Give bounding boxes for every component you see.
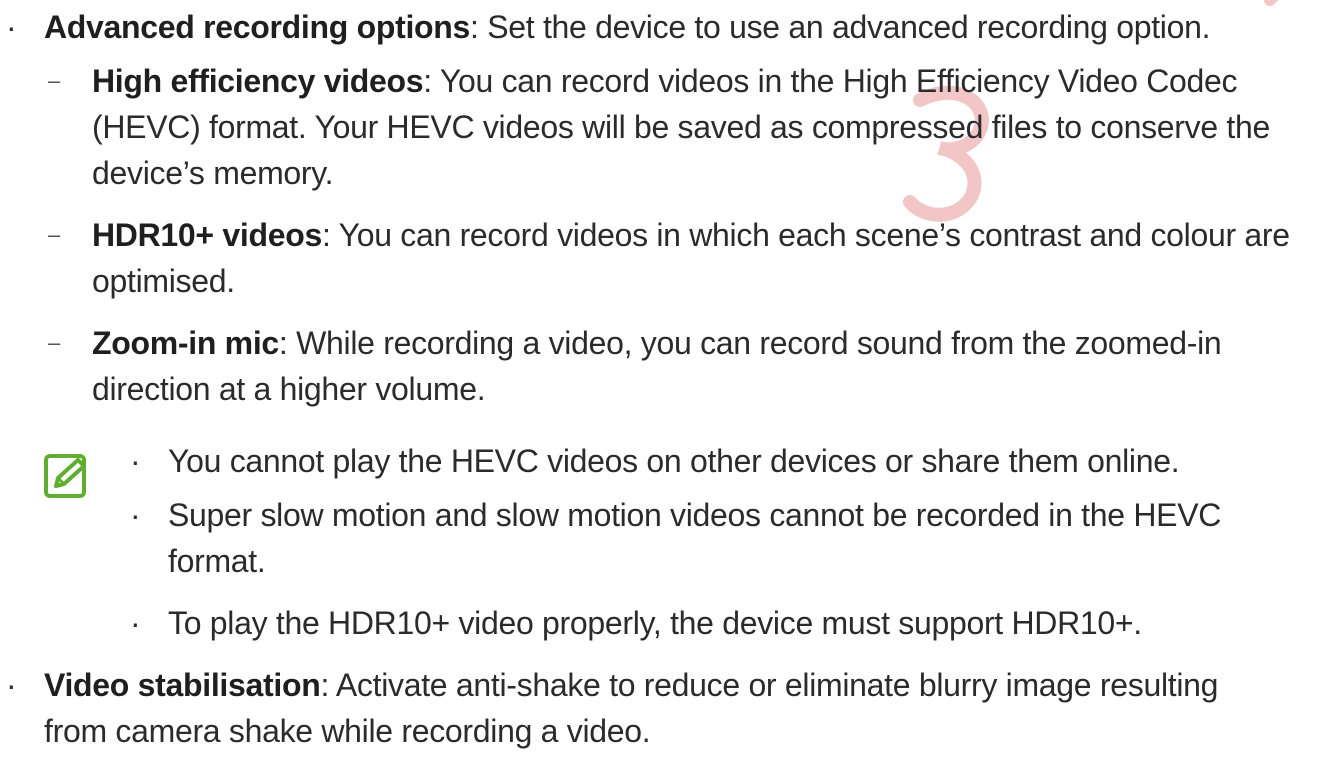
- separator: :: [321, 217, 339, 253]
- separator: :: [320, 667, 336, 703]
- description-line: (HEVC) format. Your HEVC videos will be …: [92, 109, 1270, 145]
- description-line: Activate anti-shake to reduce or elimina…: [335, 667, 1219, 703]
- description-line: You can record videos in the High Effici…: [439, 63, 1238, 99]
- separator: :: [278, 325, 297, 361]
- watermark: [903, 0, 1279, 222]
- note-pencil-icon: [44, 454, 86, 498]
- term: HDR10+ videos: [92, 217, 322, 253]
- description-line: While recording a video, you can record …: [296, 325, 1222, 361]
- term: Video stabilisation: [44, 667, 321, 703]
- term: Zoom-in mic: [92, 325, 279, 361]
- separator: :: [470, 9, 488, 45]
- bullet: ·: [130, 605, 141, 641]
- dash: –: [48, 222, 61, 247]
- description-line: You can record videos in which each scen…: [338, 217, 1290, 253]
- note-bullet: You cannot play the HEVC videos on other…: [168, 443, 1180, 479]
- item-video-stabilisation: Video stabilisation: Activate anti-shake…: [44, 662, 1218, 708]
- bullet: ·: [130, 443, 141, 479]
- description-line: device’s memory.: [92, 155, 334, 191]
- note-bullet: To play the HDR10+ video properly, the d…: [168, 605, 1142, 641]
- bullet: ·: [6, 667, 17, 703]
- term: Advanced recording options: [44, 9, 471, 45]
- description-line: from camera shake while recording a vide…: [44, 713, 651, 749]
- description-line: optimised.: [92, 263, 235, 299]
- note-bullet: Super slow motion and slow motion videos…: [168, 497, 1222, 533]
- item-advanced-recording: Advanced recording options: Set the devi…: [44, 4, 1211, 50]
- term: High efficiency videos: [92, 63, 424, 99]
- description-line: direction at a higher volume.: [92, 371, 486, 407]
- dash: –: [48, 68, 61, 93]
- item-high-efficiency-videos: High efficiency videos: You can record v…: [92, 58, 1238, 104]
- description: Set the device to use an advanced record…: [487, 9, 1211, 45]
- item-zoom-in-mic: Zoom-in mic: While recording a video, yo…: [92, 320, 1222, 366]
- item-hdr10-videos: HDR10+ videos: You can record videos in …: [92, 212, 1290, 258]
- bullet: ·: [130, 497, 141, 533]
- dash: –: [48, 330, 61, 355]
- separator: :: [423, 63, 440, 99]
- bullet: ·: [6, 9, 17, 45]
- note-bullet-line: format.: [168, 543, 266, 579]
